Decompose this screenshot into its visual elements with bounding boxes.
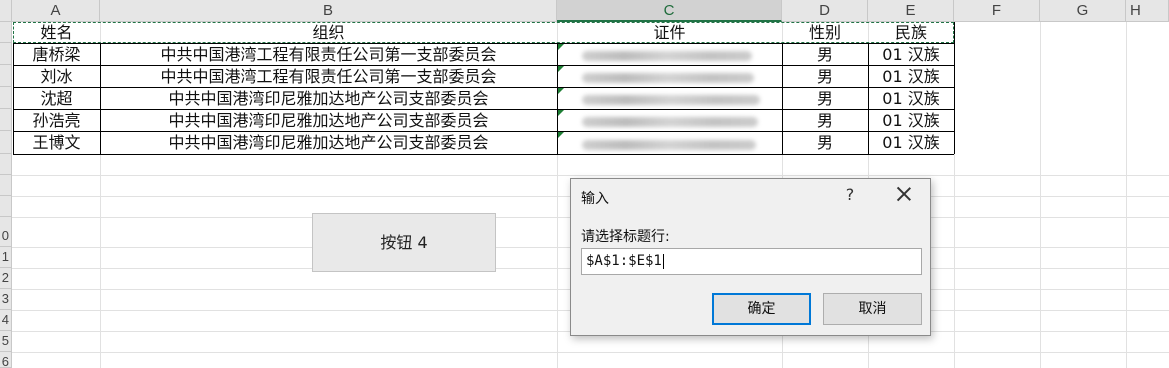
range-input[interactable]: $A$1:$E$1 (581, 248, 922, 275)
copy-selection-marquee (13, 22, 954, 43)
table-cell[interactable]: 男 (782, 132, 868, 154)
column-header-h[interactable]: H (1126, 0, 1169, 22)
row-header[interactable]: 1 (0, 247, 12, 268)
row-header[interactable] (0, 43, 12, 65)
table-cell[interactable]: 唐桥梁 (13, 44, 100, 65)
table-cell[interactable]: 孙浩亮 (13, 110, 100, 131)
cancel-button[interactable]: 取消 (823, 293, 922, 325)
row-header[interactable]: 6 (0, 352, 12, 368)
row-header[interactable] (0, 154, 12, 175)
table-cell[interactable]: 01 汉族 (868, 132, 954, 154)
range-input-value: $A$1:$E$1 (586, 253, 662, 269)
row-header[interactable] (0, 65, 12, 87)
table-cell[interactable]: 中共中国港湾工程有限责任公司第一支部委员会 (100, 44, 557, 65)
sheet-button-4[interactable]: 按钮 4 (312, 213, 496, 272)
row-header[interactable]: 3 (0, 289, 12, 310)
table-cell[interactable]: 01 汉族 (868, 88, 954, 109)
cell-error-indicator (558, 88, 564, 94)
gridline (1126, 22, 1127, 368)
table-cell[interactable]: 中共中国港湾工程有限责任公司第一支部委员会 (100, 66, 557, 87)
gridline (1040, 22, 1041, 368)
table-cell[interactable]: 男 (782, 66, 868, 87)
blurred-id-cell[interactable] (582, 73, 754, 83)
column-header-b[interactable]: B (100, 0, 557, 22)
row-header[interactable]: 2 (0, 268, 12, 289)
table-cell[interactable]: 中共中国港湾印尼雅加达地产公司支部委员会 (100, 132, 557, 154)
cell-error-indicator (558, 44, 564, 50)
spreadsheet: A B C D E F G H 0 1 2 3 4 5 6 姓名 组织 证件 性… (0, 0, 1169, 368)
select-all-corner[interactable] (0, 0, 12, 22)
column-header-e[interactable]: E (868, 0, 954, 22)
table-border (13, 154, 954, 155)
help-button[interactable]: ? (843, 185, 857, 204)
table-cell[interactable]: 沈超 (13, 88, 100, 109)
table-cell[interactable]: 刘冰 (13, 66, 100, 87)
row-header[interactable] (0, 109, 12, 131)
table-cell[interactable]: 男 (782, 110, 868, 131)
dialog-title: 输入 (581, 191, 609, 207)
table-cell[interactable]: 王博文 (13, 132, 100, 154)
dialog-prompt-label: 请选择标题行: (581, 229, 670, 245)
row-header[interactable] (0, 196, 12, 217)
text-caret (662, 253, 664, 269)
cell-error-indicator (558, 132, 564, 138)
table-cell[interactable]: 中共中国港湾印尼雅加达地产公司支部委员会 (100, 88, 557, 109)
close-icon[interactable] (893, 183, 915, 205)
blurred-id-cell[interactable] (582, 95, 760, 105)
column-header-c[interactable]: C (557, 0, 782, 22)
gridline (12, 352, 1169, 353)
column-header-f[interactable]: F (954, 0, 1040, 22)
table-cell[interactable]: 01 汉族 (868, 110, 954, 131)
row-header[interactable]: 4 (0, 310, 12, 331)
table-cell[interactable]: 中共中国港湾印尼雅加达地产公司支部委员会 (100, 110, 557, 131)
cell-error-indicator (558, 66, 564, 72)
input-dialog: 输入 ? 请选择标题行: $A$1:$E$1 确定 取消 (570, 178, 931, 336)
row-header[interactable] (0, 87, 12, 109)
table-cell[interactable]: 01 汉族 (868, 66, 954, 87)
column-header-a[interactable]: A (12, 0, 100, 22)
row-header[interactable] (0, 22, 12, 43)
table-cell[interactable]: 男 (782, 44, 868, 65)
row-header[interactable]: 0 (0, 226, 12, 247)
ok-button[interactable]: 确定 (712, 293, 811, 325)
table-cell[interactable]: 男 (782, 88, 868, 109)
table-cell[interactable]: 01 汉族 (868, 44, 954, 65)
row-header[interactable] (0, 131, 12, 154)
column-header-g[interactable]: G (1040, 0, 1126, 22)
row-header[interactable]: 5 (0, 331, 12, 352)
column-header-d[interactable]: D (782, 0, 868, 22)
row-header[interactable] (0, 175, 12, 196)
gridline (12, 175, 1169, 176)
blurred-id-cell[interactable] (582, 117, 758, 127)
blurred-id-cell[interactable] (582, 140, 756, 150)
table-border (954, 22, 955, 154)
blurred-id-cell[interactable] (582, 51, 752, 61)
cell-error-indicator (558, 110, 564, 116)
